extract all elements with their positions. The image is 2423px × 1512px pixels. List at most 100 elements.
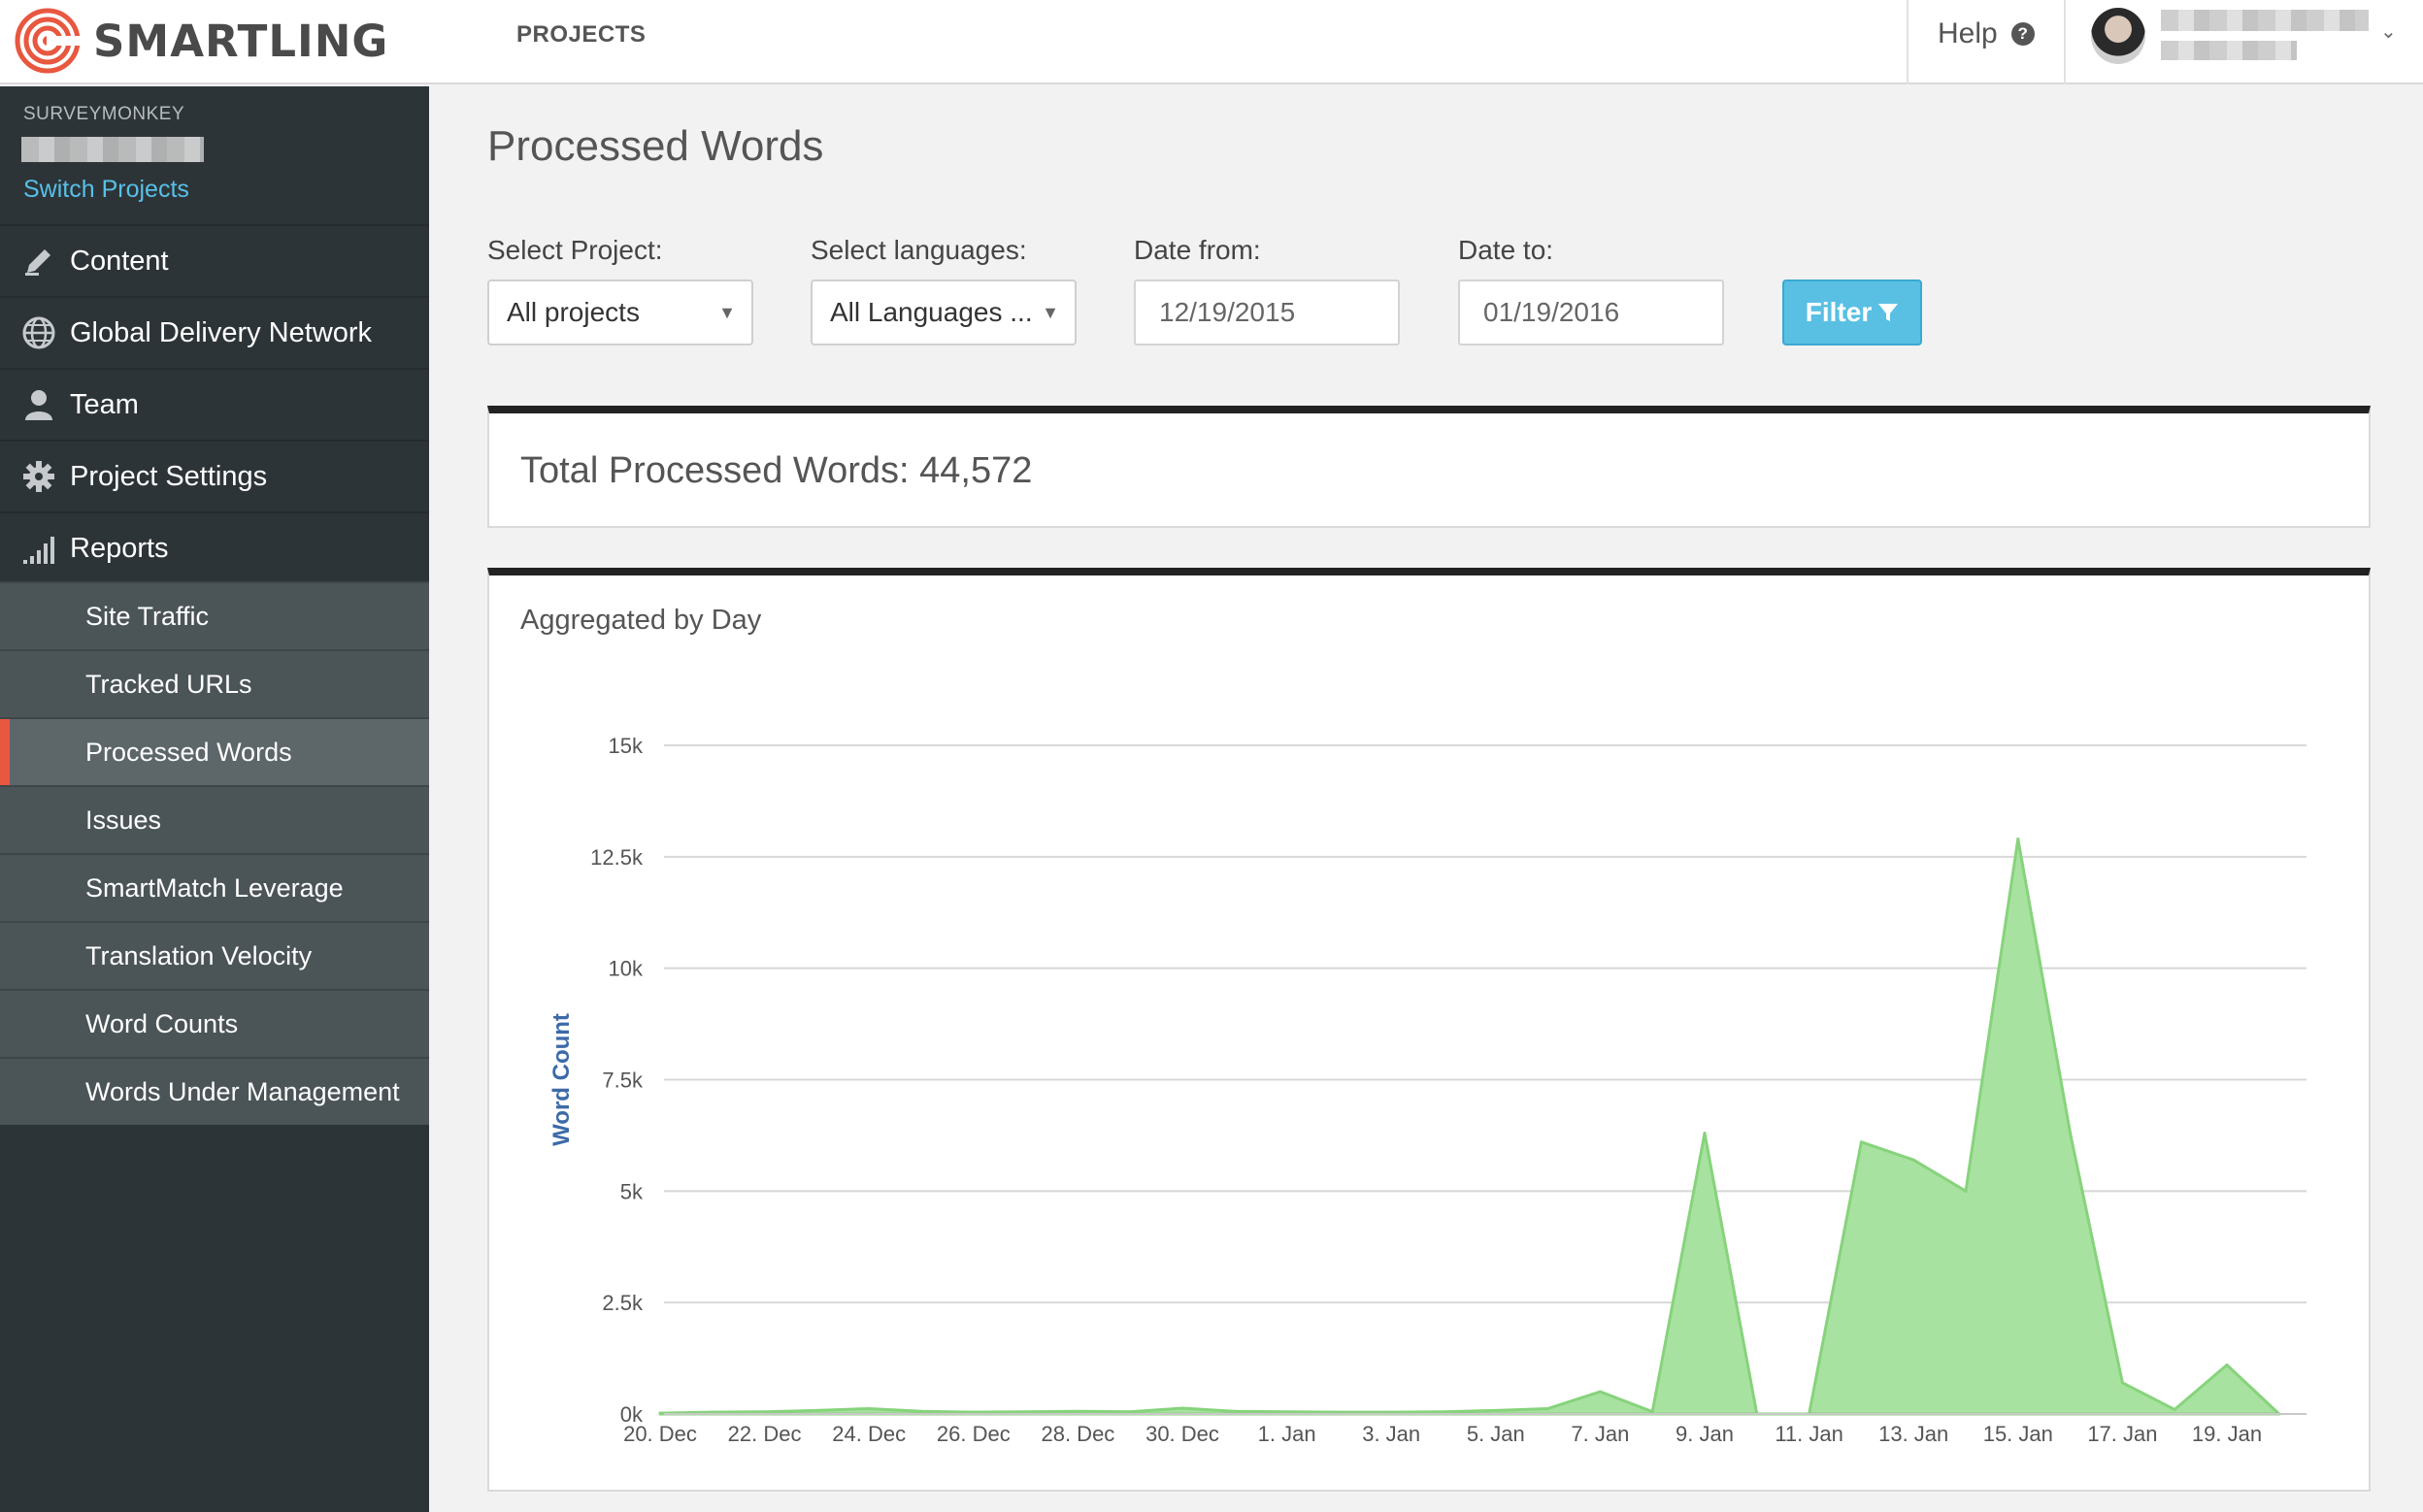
data-point [1964,1189,1968,1193]
data-point [1703,1132,1707,1135]
x-tick-label: 1. Jan [1258,1422,1316,1446]
question-circle-icon: ? [2010,22,2035,46]
data-point [1285,1410,1289,1414]
data-point [2173,1407,2176,1411]
project-select[interactable]: All projects ▼ [487,279,753,345]
data-point [1494,1408,1498,1412]
smartling-logo[interactable]: SMARTLING [14,6,388,76]
data-point [2120,1381,2124,1385]
series-area [658,837,2281,1416]
languages-select[interactable]: All Languages ... ▼ [811,279,1077,345]
date-to-label: Date to: [1458,235,1554,265]
sidebar-subitem-issues[interactable]: Issues [0,785,429,853]
top-bar: SMARTLING PROJECTS Help ? ⌄ [0,0,2423,84]
sidebar-item-label: Project Settings [70,460,268,492]
sidebar-item-label: Content [70,245,169,277]
globe-icon [19,313,58,352]
help-label: Help [1938,17,1998,49]
y-tick-label: 15k [609,734,644,758]
y-tick-label: 10k [609,957,644,981]
brand-name: SMARTLING [93,15,389,67]
sidebar-item-label: Team [70,388,139,420]
chevron-down-icon[interactable]: ⌄ [2380,19,2397,44]
x-tick-label: 9. Jan [1676,1422,1734,1446]
total-processed-words: Total Processed Words: 44,572 [520,450,1033,491]
y-tick-label: 7.5k [602,1068,644,1093]
x-tick-label: 11. Jan [1775,1422,1843,1446]
select-languages-label: Select languages: [811,235,1027,265]
x-tick-label: 30. Dec [1145,1422,1219,1446]
sidebar-item-label: Reports [70,532,169,564]
x-tick-label: 3. Jan [1362,1422,1420,1446]
help-link[interactable]: Help ? [1938,17,2035,50]
switch-projects-link[interactable]: Switch Projects [23,176,189,204]
filter-button[interactable]: Filter [1782,279,1922,345]
redacted-username [2161,10,2369,31]
x-tick-label: 22. Dec [728,1422,802,1446]
data-point [1442,1410,1445,1414]
sidebar-subitem-words-under-management[interactable]: Words Under Management [0,1057,429,1125]
data-point [1650,1410,1654,1414]
caret-down-icon: ▼ [1042,303,1059,322]
chart-card: Aggregated by Day 0k 2.5k 5k 7.5k 10k 12.5k 15… [487,568,2371,1492]
area-chart: 0k2.5k5k7.5k10k12.5k15kWord Count20. Dec… [548,734,2307,1446]
data-point [2069,1132,2073,1135]
sidebar-item-label: Global Delivery Network [70,316,373,348]
data-point [1180,1406,1184,1410]
redacted-user-subtitle [2161,41,2297,60]
total-card: Total Processed Words: 44,572 [487,406,2371,528]
funnel-icon [1878,304,1899,321]
x-tick-label: 19. Jan [2192,1422,2262,1446]
sidebar-subitem-translation-velocity[interactable]: Translation Velocity [0,921,429,989]
date-from-label: Date from: [1134,235,1261,265]
pencil-icon [19,242,58,280]
sidebar: SURVEYMONKEY Switch Projects Content Glo… [0,86,429,1512]
nav-projects[interactable]: PROJECTS [516,21,646,49]
date-from-input[interactable]: 12/19/2015 [1134,279,1400,345]
x-tick-label: 15. Jan [1983,1422,2053,1446]
y-axis-label: Word Count [548,1013,575,1146]
sidebar-subitem-word-counts[interactable]: Word Counts [0,989,429,1057]
data-point [1076,1409,1079,1413]
y-tick-label: 12.5k [590,845,644,870]
divider [2064,0,2066,84]
sidebar-item-project-settings[interactable]: Project Settings [0,440,429,511]
data-point [1128,1410,1132,1414]
data-point [1911,1158,1915,1162]
sidebar-subitem-smartmatch-leverage[interactable]: SmartMatch Leverage [0,853,429,921]
x-tick-label: 28. Dec [1041,1422,1114,1446]
y-tick-label: 2.5k [602,1291,644,1315]
x-tick-label: 26. Dec [937,1422,1011,1446]
filter-button-label: Filter [1805,297,1873,327]
sidebar-item-content[interactable]: Content [0,224,429,296]
sidebar-item-reports[interactable]: Reports [0,511,429,583]
sidebar-item-team[interactable]: Team [0,368,429,440]
divider [1907,0,1909,84]
org-name: SURVEYMONKEY [23,104,185,124]
x-tick-label: 17. Jan [2087,1422,2157,1446]
data-point [867,1406,871,1410]
data-point [1546,1406,1550,1410]
date-to-input[interactable]: 01/19/2016 [1458,279,1724,345]
sidebar-subitem-processed-words[interactable]: Processed Words [0,717,429,785]
select-project-label: Select Project: [487,235,663,265]
data-point [658,1411,662,1415]
data-point [919,1409,923,1413]
data-point [2225,1363,2229,1366]
redacted-project-name [21,137,204,162]
sidebar-subitem-site-traffic[interactable]: Site Traffic [0,581,429,649]
x-tick-label: 20. Dec [623,1422,697,1446]
languages-select-value: All Languages ... [830,297,1033,327]
data-point [2016,837,2020,840]
x-tick-label: 5. Jan [1467,1422,1525,1446]
caret-down-icon: ▼ [718,303,736,322]
smartling-logo-icon [15,8,82,74]
bar-signal-icon [19,529,58,568]
page-title: Processed Words [487,122,824,170]
gear-icon [19,457,58,496]
sidebar-subitem-tracked-urls[interactable]: Tracked URLs [0,649,429,717]
x-tick-label: 7. Jan [1571,1422,1629,1446]
sidebar-item-global-delivery-network[interactable]: Global Delivery Network [0,296,429,368]
data-point [1598,1390,1602,1394]
user-avatar[interactable] [2091,8,2145,64]
